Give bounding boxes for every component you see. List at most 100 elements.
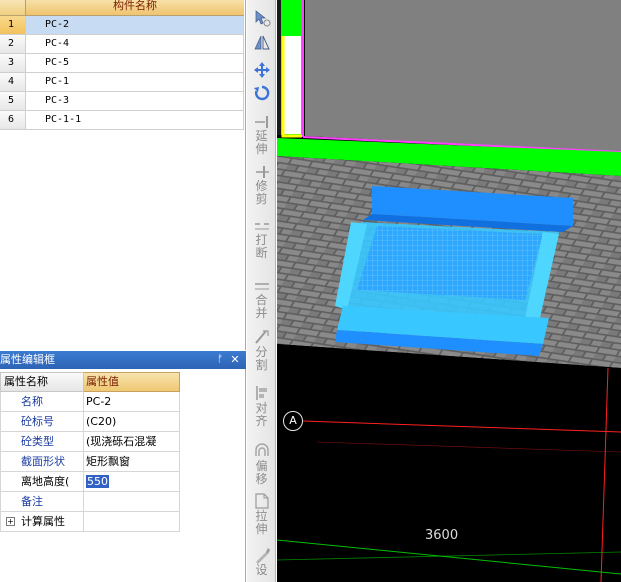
align-icon bbox=[255, 386, 267, 400]
align-label: 对齐 bbox=[255, 401, 268, 428]
split-tool-button[interactable]: 分割 bbox=[247, 328, 276, 372]
mirror-tool-button[interactable] bbox=[247, 33, 276, 53]
rotate-icon bbox=[253, 85, 269, 101]
component-name[interactable]: PC-1 bbox=[26, 73, 244, 91]
select-icon bbox=[255, 10, 270, 27]
property-value-column-header: 属性值 bbox=[84, 372, 180, 392]
floor-surface bbox=[305, 0, 621, 152]
break-icon bbox=[254, 223, 269, 230]
property-label: 名称 bbox=[0, 392, 84, 411]
stretch-tool-button[interactable]: 拉伸 bbox=[247, 492, 276, 536]
component-name-column-header[interactable]: 构件名称 bbox=[26, 0, 244, 16]
row-index: 3 bbox=[0, 54, 26, 72]
merge-icon bbox=[254, 283, 269, 290]
stretch-label: 拉伸 bbox=[255, 509, 268, 536]
trim-icon bbox=[255, 166, 269, 178]
settings-tool-button[interactable]: 设 bbox=[247, 546, 276, 577]
component-name[interactable]: PC-4 bbox=[26, 35, 244, 53]
property-value[interactable]: PC-2 bbox=[84, 392, 180, 411]
extend-icon bbox=[254, 116, 268, 128]
property-group-label-text: 计算属性 bbox=[21, 515, 65, 528]
component-row[interactable]: 1 PC-2 bbox=[0, 16, 244, 35]
component-row[interactable]: 2 PC-4 bbox=[0, 35, 244, 54]
component-row[interactable]: 4 PC-1 bbox=[0, 73, 244, 92]
edit-toolbar: 延伸 修剪 打断 合并 分割 对齐 偏移 拉伸 设 bbox=[247, 0, 276, 582]
align-tool-button[interactable]: 对齐 bbox=[247, 384, 276, 428]
break-tool-button[interactable]: 打断 bbox=[247, 218, 276, 260]
row-index: 5 bbox=[0, 92, 26, 110]
offset-tool-button[interactable]: 偏移 bbox=[247, 442, 276, 486]
stretch-icon bbox=[254, 493, 269, 509]
property-grid-header: 属性名称 属性值 bbox=[0, 372, 180, 392]
row-index: 4 bbox=[0, 73, 26, 91]
property-row-remarks[interactable]: 备注 bbox=[0, 492, 180, 512]
property-label: 砼类型 bbox=[0, 432, 84, 451]
component-name[interactable]: PC-5 bbox=[26, 54, 244, 72]
split-icon bbox=[254, 330, 269, 344]
mirror-icon bbox=[253, 35, 270, 50]
property-row-name[interactable]: 名称 PC-2 bbox=[0, 392, 180, 412]
grid-axis-label[interactable]: A bbox=[283, 411, 303, 431]
property-label: 截面形状 bbox=[0, 452, 84, 471]
property-row-height-above-ground[interactable]: 离地高度( 550 bbox=[0, 472, 180, 492]
component-name[interactable]: PC-3 bbox=[26, 92, 244, 110]
component-list-header: 构件名称 bbox=[0, 0, 244, 16]
component-row[interactable]: 3 PC-5 bbox=[0, 54, 244, 73]
property-value[interactable]: (现浇砾石混凝 bbox=[84, 432, 180, 451]
component-name[interactable]: PC-1-1 bbox=[26, 111, 244, 129]
component-list-panel: 构件名称 1 PC-2 2 PC-4 3 PC-5 4 PC-1 5 PC-3 bbox=[0, 0, 246, 350]
dimension-label: 3600 bbox=[425, 528, 459, 543]
component-row[interactable]: 5 PC-3 bbox=[0, 92, 244, 111]
merge-tool-button[interactable]: 合并 bbox=[247, 278, 276, 320]
property-editor-panel: 属性编辑框 ᚠ ✕ 属性名称 属性值 名称 PC-2 砼标号 (C20) 砼类型… bbox=[0, 351, 246, 582]
property-grid: 属性名称 属性值 名称 PC-2 砼标号 (C20) 砼类型 (现浇砾石混凝 截… bbox=[0, 372, 180, 532]
expand-plus-icon[interactable]: + bbox=[6, 517, 15, 526]
property-row-section-shape[interactable]: 截面形状 矩形飘窗 bbox=[0, 452, 180, 472]
property-value bbox=[84, 512, 180, 531]
offset-icon bbox=[254, 443, 269, 456]
component-row[interactable]: 6 PC-1-1 bbox=[0, 111, 244, 130]
close-icon[interactable]: ✕ bbox=[229, 351, 241, 369]
trim-label: 修剪 bbox=[255, 179, 268, 206]
select-tool-button[interactable] bbox=[247, 8, 276, 28]
property-group-calculation[interactable]: + 计算属性 bbox=[0, 512, 180, 532]
wall-left-opening bbox=[284, 36, 301, 134]
property-value-editing[interactable]: 550 bbox=[84, 472, 180, 491]
viewport-scene bbox=[277, 0, 621, 582]
row-index: 6 bbox=[0, 111, 26, 129]
ground-plane bbox=[277, 344, 621, 582]
property-label: 砼标号 bbox=[0, 412, 84, 431]
settings-label: 设 bbox=[255, 563, 268, 577]
merge-label: 合并 bbox=[255, 293, 268, 320]
row-index: 2 bbox=[0, 35, 26, 53]
component-rows: 1 PC-2 2 PC-4 3 PC-5 4 PC-1 5 PC-3 6 PC-… bbox=[0, 16, 244, 130]
extend-label: 延伸 bbox=[255, 129, 268, 156]
settings-icon bbox=[255, 548, 270, 564]
app-window: 构件名称 1 PC-2 2 PC-4 3 PC-5 4 PC-1 5 PC-3 bbox=[0, 0, 621, 582]
offset-label: 偏移 bbox=[255, 459, 268, 486]
component-name[interactable]: PC-2 bbox=[26, 16, 244, 34]
property-panel-title: 属性编辑框 bbox=[0, 353, 55, 366]
selected-value-text[interactable]: 550 bbox=[86, 475, 109, 488]
property-row-concrete-type[interactable]: 砼类型 (现浇砾石混凝 bbox=[0, 432, 180, 452]
property-value[interactable]: (C20) bbox=[84, 412, 180, 431]
split-label: 分割 bbox=[255, 345, 268, 372]
property-value[interactable] bbox=[84, 492, 180, 511]
break-label: 打断 bbox=[255, 233, 268, 260]
property-label: 备注 bbox=[0, 492, 84, 511]
property-value[interactable]: 矩形飘窗 bbox=[84, 452, 180, 471]
extend-tool-button[interactable]: 延伸 bbox=[247, 114, 276, 156]
index-column-header bbox=[0, 0, 26, 16]
trim-tool-button[interactable]: 修剪 bbox=[247, 164, 276, 206]
property-name-column-header: 属性名称 bbox=[0, 372, 84, 392]
move-icon bbox=[253, 62, 270, 78]
property-row-concrete-grade[interactable]: 砼标号 (C20) bbox=[0, 412, 180, 432]
property-label: 离地高度( bbox=[0, 472, 84, 491]
move-tool-button[interactable] bbox=[247, 60, 276, 80]
property-group-label: + 计算属性 bbox=[0, 512, 84, 531]
3d-viewport[interactable]: A 3600 bbox=[277, 0, 621, 582]
rotate-tool-button[interactable] bbox=[247, 83, 276, 103]
pin-icon[interactable]: ᚠ bbox=[214, 351, 226, 369]
property-panel-titlebar: 属性编辑框 ᚠ ✕ bbox=[0, 351, 246, 369]
row-index: 1 bbox=[0, 16, 26, 34]
